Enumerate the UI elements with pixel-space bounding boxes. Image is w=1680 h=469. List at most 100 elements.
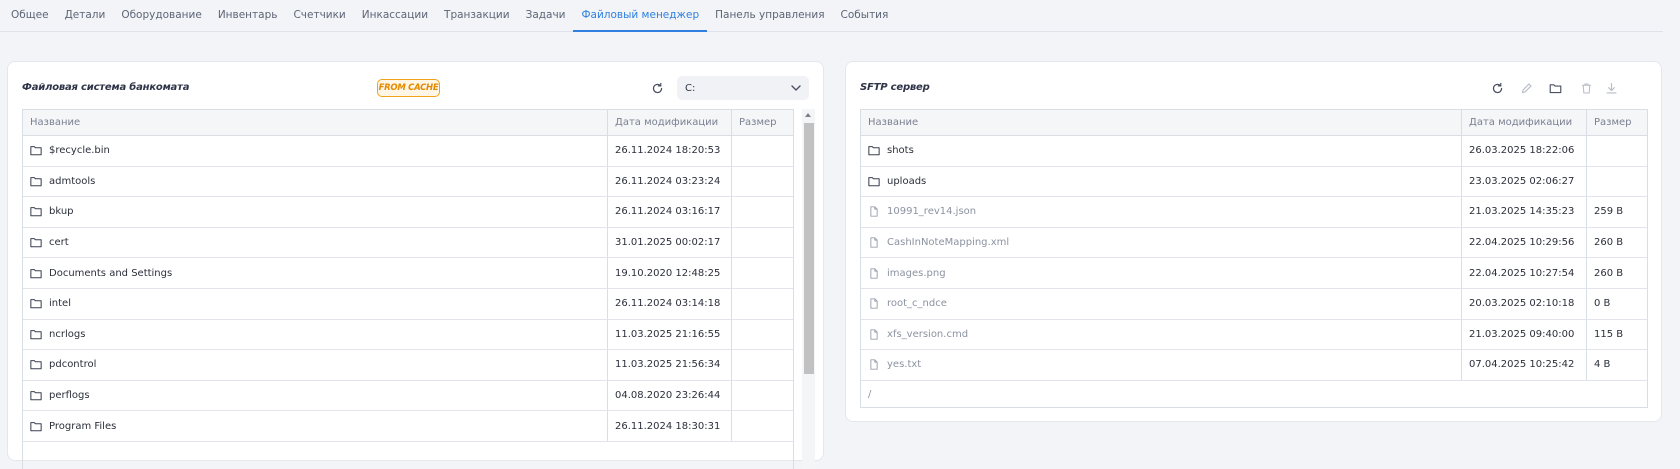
row-size (732, 197, 793, 227)
row-name-cell: images.png (861, 258, 1462, 288)
row-name-cell: root_c_ndce (861, 288, 1462, 319)
chevron-down-icon (791, 85, 801, 91)
tab-10[interactable]: События (833, 0, 897, 31)
tab-6[interactable]: Транзакции (436, 0, 518, 31)
row-date: 26.11.2024 03:16:17 (608, 197, 732, 227)
tab-1[interactable]: Детали (57, 0, 114, 31)
row-date: 20.03.2025 02:10:18 (1462, 288, 1587, 319)
folder-icon (30, 360, 42, 370)
row-date: 04.08.2020 23:26:44 (608, 380, 732, 411)
file-icon (870, 298, 878, 309)
column-header-date[interactable]: Дата модификации (608, 110, 732, 135)
delete-button[interactable] (1577, 79, 1595, 97)
scroll-up-arrow[interactable] (805, 113, 811, 117)
refresh-button[interactable] (648, 79, 666, 97)
column-header-name[interactable]: Название (861, 110, 1462, 135)
tab-9[interactable]: Панель управления (707, 0, 832, 31)
row-date: 11.03.2025 21:16:55 (608, 319, 732, 350)
row-name-cell: bkup (23, 197, 608, 227)
table-row[interactable]: pdcontrol 11.03.2025 21:56:34 (23, 350, 793, 381)
sftp-server-panel: SFTP сервер Название Дата модификации Ра… (845, 61, 1662, 422)
table-row[interactable]: admtools 26.11.2024 03:23:24 (23, 166, 793, 198)
tab-2[interactable]: Оборудование (113, 0, 210, 31)
row-name: cert (49, 237, 69, 249)
atm-filesystem-panel: Файловая система банкомата FROM CACHE C:… (7, 61, 824, 469)
trash-icon (1581, 83, 1591, 93)
table-row[interactable]: $recycle.bin 26.11.2024 18:20:53 (23, 136, 793, 167)
row-date: 22.04.2025 10:29:56 (1462, 227, 1587, 258)
folder-icon (868, 146, 880, 156)
row-size: 260 B (1594, 237, 1624, 249)
pencil-icon (1521, 82, 1532, 93)
row-name: ncrlogs (49, 328, 86, 340)
table-row[interactable]: shots 26.03.2025 18:22:06 (861, 136, 1647, 167)
row-name: $recycle.bin (49, 145, 110, 157)
sftp-refresh-button[interactable] (1488, 79, 1506, 97)
folder-icon (30, 177, 42, 187)
row-date: 26.11.2024 03:14:18 (608, 288, 732, 319)
tab-4[interactable]: Счетчики (285, 0, 353, 31)
sftp-server-title: SFTP сервер (860, 82, 930, 93)
table-row[interactable]: Documents and Settings 19.10.2020 12:48:2… (23, 258, 793, 289)
tab-5[interactable]: Инкассации (354, 0, 436, 31)
tab-7[interactable]: Задачи (518, 0, 574, 31)
row-date: 26.11.2024 18:20:53 (608, 136, 732, 166)
column-header-name[interactable]: Название (23, 110, 608, 135)
row-name: bkup (49, 206, 74, 218)
table-row[interactable]: perflogs 04.08.2020 23:26:44 (23, 380, 793, 412)
row-name: CashInNoteMapping.xml (887, 237, 1010, 249)
row-name-cell: uploads (861, 166, 1462, 197)
table-row[interactable]: Program Files 26.11.2024 18:30:31 (23, 411, 793, 442)
row-name-cell: Program Files (23, 411, 608, 441)
row-name: xfs_version.cmd (887, 328, 969, 340)
scrollbar[interactable] (802, 109, 815, 469)
row-name: admtools (49, 175, 96, 187)
row-size (732, 381, 793, 411)
tab-8[interactable]: Файловый менеджер (573, 0, 707, 32)
file-icon (870, 359, 878, 371)
tab-bar: Общее Детали Оборудование Инвентарь Счетчики… (0, 0, 1663, 32)
table-row[interactable]: uploads 23.03.2025 02:06:27 (861, 166, 1647, 198)
table-row[interactable]: root_c_ndce 20.03.2025 02:10:18 0 B (861, 288, 1647, 320)
new-folder-button[interactable] (1546, 79, 1564, 97)
sftp-files-table: Название Дата модификации Размер shots 26… (860, 109, 1648, 408)
folder-icon (30, 391, 42, 401)
scrollbar-thumb[interactable] (804, 123, 814, 374)
table-row[interactable]: intel 26.11.2024 03:14:18 (23, 288, 793, 320)
row-name-cell: admtools (23, 166, 608, 197)
column-header-date[interactable]: Дата модификации (1462, 110, 1587, 135)
table-row[interactable]: 10991_rev14.json 21.03.2025 14:35:23 259 B (861, 197, 1647, 228)
drive-select[interactable]: C: (677, 76, 809, 100)
folder-icon (1549, 83, 1561, 93)
folder-icon (30, 238, 42, 248)
column-header-size[interactable]: Размер (1587, 110, 1647, 135)
row-size (732, 411, 793, 441)
row-size (732, 167, 793, 197)
row-name-cell: yes.txt (861, 350, 1462, 380)
table-row[interactable]: CashInNoteMapping.xml 22.04.2025 10:29:56… (861, 227, 1647, 259)
row-name-cell: pdcontrol (23, 350, 608, 380)
row-date: 11.03.2025 21:56:34 (608, 350, 732, 380)
table-row[interactable]: ncrlogs 11.03.2025 21:16:55 (23, 319, 793, 351)
download-button[interactable] (1602, 79, 1620, 97)
folder-icon (30, 268, 42, 278)
table-row[interactable]: bkup 26.11.2024 03:16:17 (23, 197, 793, 228)
row-date: 22.04.2025 10:27:54 (1462, 258, 1587, 288)
table-row[interactable]: yes.txt 07.04.2025 10:25:42 4 B (861, 350, 1647, 381)
row-name-cell: Documents and Settings (23, 258, 608, 288)
table-row[interactable]: xfs_version.cmd 21.03.2025 09:40:00 115 B (861, 319, 1647, 351)
row-date: 23.03.2025 02:06:27 (1462, 166, 1587, 197)
row-size (732, 289, 793, 319)
table-row[interactable]: images.png 22.04.2025 10:27:54 260 B (861, 258, 1647, 289)
download-icon (1605, 82, 1617, 94)
column-header-size[interactable]: Размер (732, 110, 793, 135)
tab-3[interactable]: Инвентарь (210, 0, 286, 31)
row-size (1587, 167, 1647, 197)
row-date: 31.01.2025 00:02:17 (608, 227, 732, 258)
tab-0[interactable]: Общее (3, 0, 57, 31)
folder-icon (30, 299, 42, 309)
table-row[interactable]: cert 31.01.2025 00:02:17 (23, 227, 793, 259)
rename-button[interactable] (1517, 79, 1535, 97)
row-name-cell: ncrlogs (23, 319, 608, 350)
row-size (1587, 136, 1647, 166)
